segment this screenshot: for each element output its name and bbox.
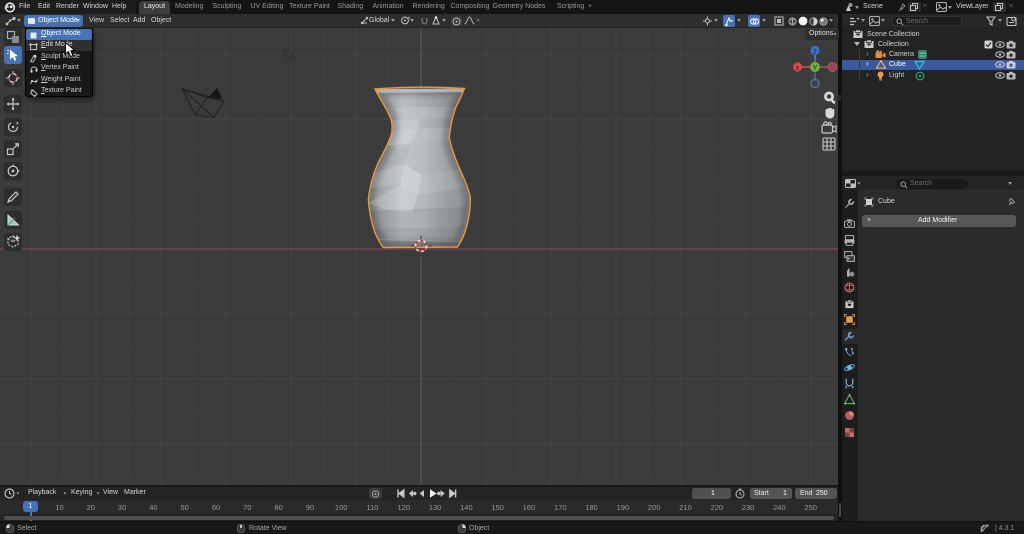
svg-text:x: x: [796, 65, 800, 72]
svg-text:Y: Y: [812, 63, 817, 72]
svg-text:z: z: [813, 49, 817, 56]
